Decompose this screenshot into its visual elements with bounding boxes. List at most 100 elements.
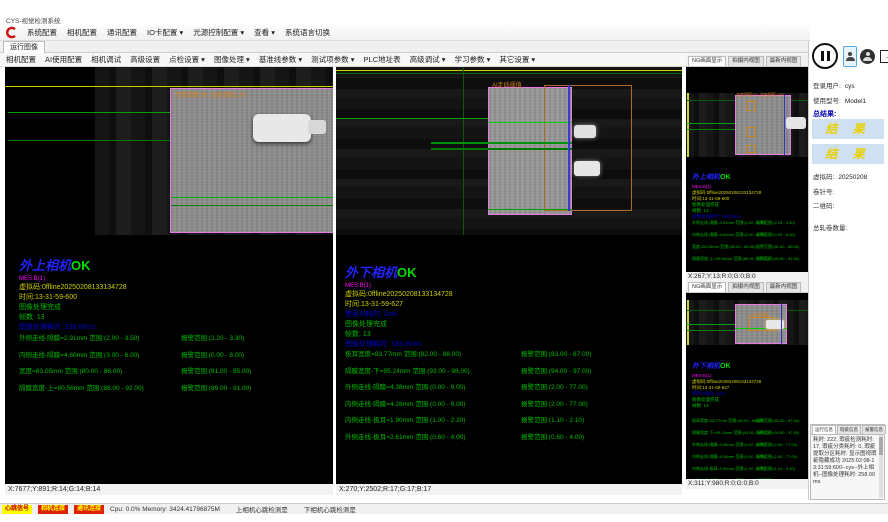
toolbar-item[interactable]: 相机配置 bbox=[6, 54, 36, 65]
toolbar-item[interactable]: PLC地址表 bbox=[364, 54, 401, 65]
login-user-row: 登录用户: cys bbox=[813, 80, 855, 90]
toolbar-item[interactable]: 测试项参数 ▾ bbox=[311, 54, 354, 65]
info-tab[interactable]: 报警信息 bbox=[862, 425, 886, 434]
process-done-line: 图像处理完成 bbox=[345, 320, 453, 330]
view-tab-row: 运行图像 bbox=[0, 41, 808, 53]
measurement-row: 内侧走线-隔膜=4.28mm 范围:(0.00 - 9.00)报警范围:(2.0… bbox=[692, 449, 806, 461]
menu-item[interactable]: 相机配置 bbox=[67, 27, 97, 38]
measure-line-blue bbox=[568, 85, 570, 211]
ai-time-line: 使用AI耗时: 1ms bbox=[345, 310, 453, 320]
menu-item[interactable]: 系统语言切换 bbox=[285, 27, 330, 38]
user-dark-button[interactable] bbox=[860, 49, 875, 64]
cpu-memory-text: Cpu: 0.0% Memory: 3424.41796875M bbox=[110, 506, 220, 513]
toolbar-item[interactable]: 高级调试 ▾ bbox=[410, 54, 446, 65]
menu-item[interactable]: IO卡配置 ▾ bbox=[147, 27, 183, 38]
login-user-label: 登录用户: bbox=[813, 83, 841, 90]
mes-line: MES:B(1) bbox=[345, 282, 453, 290]
info-tab[interactable]: 运行信息 bbox=[812, 425, 836, 434]
model-value[interactable]: Model1 bbox=[845, 98, 866, 105]
measurement-row: 极耳宽度=83.77mm 范围:(82.00 - 88.00)报警范围:(83.… bbox=[692, 413, 806, 425]
result-box-2: 结 果 bbox=[812, 144, 884, 164]
camera-panel-middle: AI走线阈值 外下相机OK MES:B(1) 虚拟码:0ffline202502… bbox=[336, 67, 682, 495]
toolbar-item[interactable]: AI使用配置 bbox=[45, 54, 82, 65]
toolbar-item[interactable]: 图像处理 ▾ bbox=[214, 54, 250, 65]
preview-tabs-bottom: NG画面显示拍摄内视图最新内视图 bbox=[686, 282, 808, 293]
user-button[interactable] bbox=[843, 46, 857, 67]
highlight-spot bbox=[574, 125, 596, 138]
camera-name: 外上相机 bbox=[19, 258, 71, 273]
toolbar-item[interactable]: 其它设置 ▾ bbox=[499, 54, 535, 65]
menu-item[interactable]: 通讯配置 bbox=[107, 27, 137, 38]
defect-box-orange bbox=[746, 145, 756, 153]
result-text-left: 外上相机OK MES:B(1) 虚拟码:0ffline2025020813313… bbox=[19, 255, 127, 333]
preview-panel-bottom: AI走线阈值 外下相机OK MES:B(1) 虚拟码:0ffline202502… bbox=[686, 293, 808, 479]
detection-rect-magenta bbox=[735, 95, 791, 155]
measurement-row: 隔膜宽度-下=95.24mm 范围:(93.00 - 98.00)报警范围:(9… bbox=[345, 362, 675, 379]
menu-item[interactable]: 系统配置 bbox=[27, 27, 57, 38]
result-ok: OK bbox=[720, 363, 731, 370]
menu-item[interactable]: 光源控制配置 ▾ bbox=[193, 27, 244, 38]
measurement-rows-preview-bottom: 极耳宽度=83.77mm 范围:(82.00 - 88.00)报警范围:(83.… bbox=[692, 413, 806, 479]
probe-tip bbox=[308, 120, 326, 134]
time-line: 时间:13-31-59-627 bbox=[345, 300, 453, 310]
toolbar-item[interactable]: 高级设置 bbox=[130, 54, 160, 65]
info-scrollbar[interactable] bbox=[879, 435, 883, 498]
preview-tab[interactable]: NG画面显示 bbox=[688, 282, 726, 292]
result-text-preview-bottom: 外下相机OK MES:B(1) 虚拟码:0ffline2025020813313… bbox=[692, 355, 761, 409]
preview-tab[interactable]: 最新内视图 bbox=[766, 282, 802, 292]
comm-connect-badge: 通讯连接 bbox=[74, 505, 104, 514]
preview-tab[interactable]: 拍摄内视图 bbox=[728, 56, 764, 66]
virtual-code-row: 虚拟码:20250208 bbox=[813, 171, 867, 181]
camera-image-preview-top: 灰度阈值:93, 动态阈值:100 bbox=[686, 93, 808, 157]
time-line: 时间:13-31-59-600 bbox=[19, 293, 127, 303]
measurement-row: 隔膜宽度-下=95.24mm 范围:(93.00 - 98.00)报警范围:(9… bbox=[692, 425, 806, 437]
measurement-row: 外侧走线-极耳=2.61mm 范围:(0.60 - 4.00)报警范围:(0.6… bbox=[345, 428, 675, 445]
camera-bottom-heartbeat-text: 下相机心跳检测是 bbox=[304, 504, 356, 514]
detection-rect-magenta bbox=[170, 88, 333, 233]
title-bar: CYS-视觉检测系统 bbox=[0, 0, 888, 25]
measurement-row: 宽度=83.05mm 范围:(80.00 - 86.00)报警范围:(81.00… bbox=[692, 239, 806, 251]
measurement-row: 极耳宽度=83.77mm 范围:(82.00 - 88.00)报警范围:(83.… bbox=[345, 345, 675, 362]
toolbar-item[interactable]: 点检设置 ▾ bbox=[169, 54, 205, 65]
measurement-row: 外侧走线-隔膜=2.91mm 范围:(2.00 - 3.50)报警范围:(2.2… bbox=[19, 329, 329, 346]
measurement-rows-middle: 极耳宽度=83.77mm 范围:(82.00 - 88.00)报警范围:(83.… bbox=[345, 345, 675, 444]
camera-image-left: R1.88 灰度阈值:93, 动态阈值:100 bbox=[5, 67, 333, 235]
preview-tab[interactable]: 拍摄内视图 bbox=[728, 282, 764, 292]
result-ok: OK bbox=[71, 258, 91, 273]
pixel-status-middle: X:270;Y:2502;R:17;G:17;B:17 bbox=[336, 484, 682, 495]
status-bar: 心跳信号 相机连接 通讯连接 Cpu: 0.0% Memory: 3424.41… bbox=[0, 503, 888, 514]
measurement-row: 隔膜宽度-上=90.56mm 范围:(88.00 - 92.00)报警范围:(8… bbox=[692, 251, 806, 263]
measure-line-blue bbox=[781, 304, 782, 344]
preview-tab[interactable]: 最新内视图 bbox=[766, 56, 802, 66]
app-window: CYS-视觉检测系统 系统配置相机配置通讯配置IO卡配置 ▾光源控制配置 ▾查看… bbox=[0, 0, 888, 522]
roll-count-label: 总轧卷数量: bbox=[813, 222, 847, 232]
logout-icon bbox=[880, 50, 888, 63]
overlay-green-line bbox=[686, 129, 735, 130]
result-ok: OK bbox=[720, 174, 731, 181]
info-tabs: 运行信息瑕疵信息报警信息 bbox=[811, 425, 884, 435]
pixel-status-preview-bottom: X:311;Y:980;R:0;G:0;B:0 bbox=[686, 479, 808, 489]
toolbar-item[interactable]: 基准线参数 ▾ bbox=[259, 54, 302, 65]
toolbar-item[interactable]: 学习参数 ▾ bbox=[454, 54, 490, 65]
overlay-vertical-line bbox=[687, 93, 689, 157]
overlay-green-line bbox=[686, 324, 735, 325]
logout-button[interactable] bbox=[878, 47, 888, 65]
measurement-row: 内侧走线-隔膜=4.28mm 范围:(0.00 - 9.00)报警范围:(2.0… bbox=[345, 395, 675, 412]
login-user-value: cys bbox=[845, 83, 855, 90]
defect-box-orange bbox=[746, 127, 756, 137]
virtual-code-line: 虚拟码:0ffline20250208133134728 bbox=[19, 283, 127, 293]
preview-tab[interactable]: NG画面显示 bbox=[688, 56, 726, 66]
measurement-rows-preview-top: 外侧走线-隔膜=2.91mm 范围:(2.00 - 3.50)报警范围:(2.2… bbox=[692, 215, 806, 263]
pause-button[interactable] bbox=[812, 43, 838, 69]
virtual-code-line: 虚拟码:0ffline20250208133134728 bbox=[345, 290, 453, 300]
virtual-code-label: 虚拟码: bbox=[813, 174, 834, 181]
scrollbar-thumb[interactable] bbox=[879, 437, 883, 455]
info-tab[interactable]: 瑕疵信息 bbox=[837, 425, 861, 434]
ai-threshold-label: AI走线阈值 bbox=[749, 312, 769, 318]
overlay-green-line bbox=[8, 140, 170, 141]
toolbar-item[interactable]: 相机调试 bbox=[91, 54, 121, 65]
menu-item[interactable]: 查看 ▾ bbox=[254, 27, 275, 38]
preview-panel-top: 灰度阈值:93, 动态阈值:100 外上相机OK MES:B(1) 虚拟码:0f… bbox=[686, 67, 808, 272]
result-box-1: 结 果 bbox=[812, 119, 884, 139]
result-text-middle: 外下相机OK MES:B(1) 虚拟码:0ffline2025020813313… bbox=[345, 262, 453, 350]
